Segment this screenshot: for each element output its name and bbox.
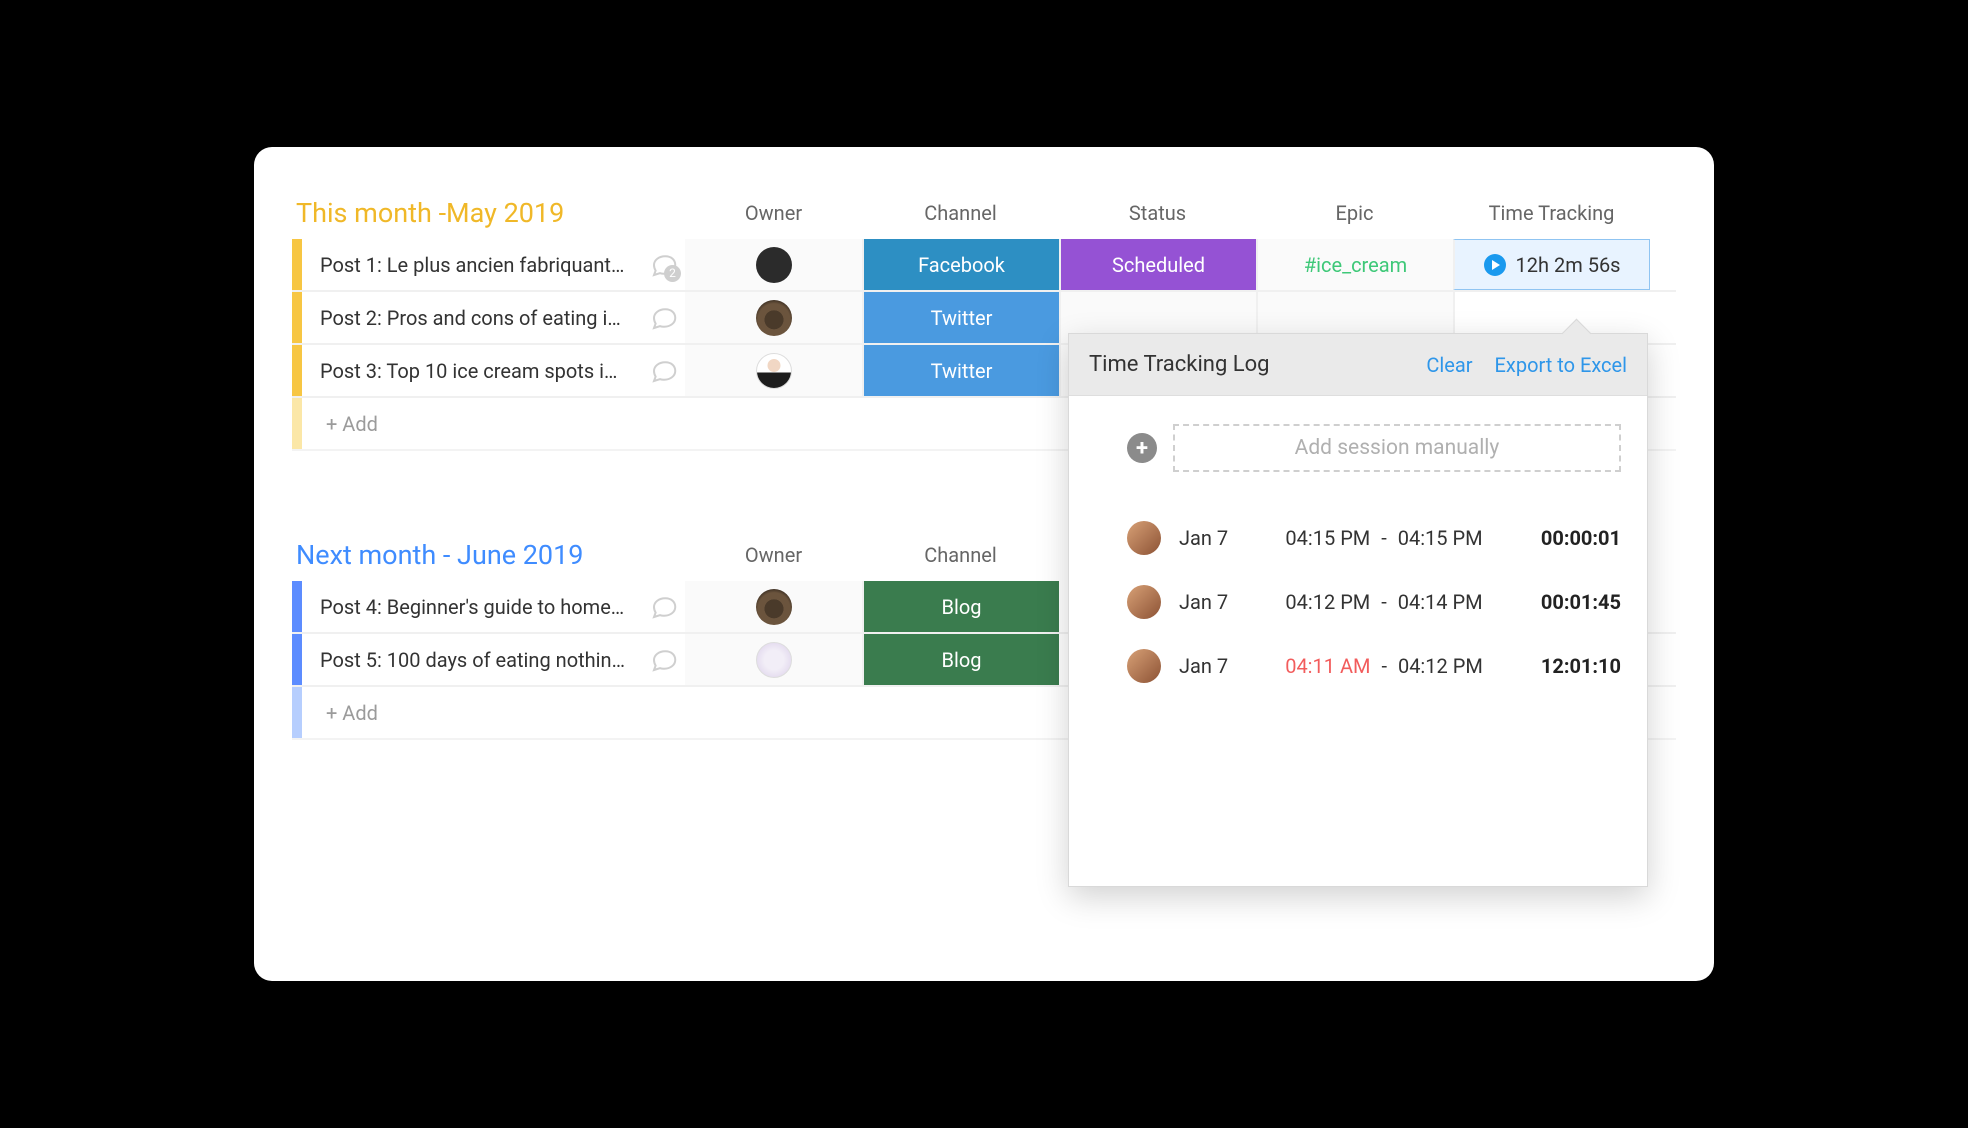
table-row[interactable]: Post 1: Le plus ancien fabriquant… 2 Fac…: [292, 239, 1676, 292]
session-start: 04:15 PM: [1285, 526, 1370, 550]
session-duration: 12:01:10: [1511, 654, 1621, 678]
task-title: Post 4: Beginner's guide to home…: [320, 595, 639, 619]
session-time-range: 04:11 AM - 04:12 PM: [1257, 654, 1511, 678]
add-session-manually-row[interactable]: + Add session manually: [1095, 424, 1621, 472]
row-color-bar: [292, 581, 302, 632]
session-end: 04:12 PM: [1398, 654, 1483, 678]
avatar: [756, 353, 792, 389]
avatar: [756, 642, 792, 678]
comment-icon[interactable]: [649, 356, 679, 386]
section-title-june[interactable]: Next month - June 2019: [292, 539, 685, 571]
channel-cell[interactable]: Facebook: [862, 239, 1059, 290]
channel-cell[interactable]: Twitter: [862, 292, 1059, 343]
export-to-excel-button[interactable]: Export to Excel: [1495, 353, 1627, 377]
channel-cell[interactable]: Blog: [862, 634, 1059, 685]
session-start: 04:11 AM: [1285, 654, 1370, 678]
column-header-status: Status: [1059, 201, 1256, 225]
session-time-range: 04:15 PM - 04:15 PM: [1257, 526, 1511, 550]
session-date: Jan 7: [1179, 590, 1257, 614]
session-date: Jan 7: [1179, 526, 1257, 550]
row-color-bar: [292, 398, 302, 449]
session-end: 04:14 PM: [1398, 590, 1483, 614]
add-session-manually-input[interactable]: Add session manually: [1173, 424, 1621, 472]
row-color-bar: [292, 239, 302, 290]
dash-icon: -: [1381, 526, 1387, 550]
section-header-may: This month -May 2019 Owner Channel Statu…: [292, 187, 1676, 239]
popover-body: + Add session manually Jan 7 04:15 PM - …: [1069, 396, 1647, 886]
add-label: + Add: [302, 701, 378, 725]
owner-cell[interactable]: [685, 581, 862, 632]
session-duration: 00:01:45: [1511, 590, 1621, 614]
task-title-cell[interactable]: Post 2: Pros and cons of eating i…: [302, 292, 685, 343]
column-header-epic: Epic: [1256, 201, 1453, 225]
comment-icon[interactable]: 2: [649, 250, 679, 280]
task-title-cell[interactable]: Post 4: Beginner's guide to home…: [302, 581, 685, 632]
comment-count: 2: [664, 265, 681, 282]
column-header-owner: Owner: [685, 543, 862, 567]
time-tracking-log-popover: Time Tracking Log Clear Export to Excel …: [1068, 333, 1648, 887]
status-cell[interactable]: Scheduled: [1059, 239, 1256, 290]
session-time-range: 04:12 PM - 04:14 PM: [1257, 590, 1511, 614]
row-color-bar: [292, 634, 302, 685]
channel-cell[interactable]: Twitter: [862, 345, 1059, 396]
session-start: 04:12 PM: [1285, 590, 1370, 614]
task-title: Post 2: Pros and cons of eating i…: [320, 306, 639, 330]
column-header-channel: Channel: [862, 543, 1059, 567]
time-tracking-cell[interactable]: 12h 2m 56s: [1453, 239, 1650, 290]
row-color-bar: [292, 687, 302, 738]
avatar: [756, 589, 792, 625]
owner-cell[interactable]: [685, 634, 862, 685]
avatar: [1127, 585, 1161, 619]
row-color-bar: [292, 345, 302, 396]
avatar: [756, 300, 792, 336]
session-row[interactable]: Jan 7 04:11 AM - 04:12 PM 12:01:10: [1095, 634, 1621, 698]
dash-icon: -: [1381, 590, 1387, 614]
task-title-cell[interactable]: Post 5: 100 days of eating nothin…: [302, 634, 685, 685]
popover-header: Time Tracking Log Clear Export to Excel: [1069, 334, 1647, 396]
row-color-bar: [292, 292, 302, 343]
dash-icon: -: [1381, 654, 1387, 678]
task-title: Post 5: 100 days of eating nothin…: [320, 648, 639, 672]
session-row[interactable]: Jan 7 04:12 PM - 04:14 PM 00:01:45: [1095, 570, 1621, 634]
avatar: [756, 247, 792, 283]
session-row[interactable]: Jan 7 04:15 PM - 04:15 PM 00:00:01: [1095, 506, 1621, 570]
comment-icon[interactable]: [649, 592, 679, 622]
task-title: Post 1: Le plus ancien fabriquant…: [320, 253, 639, 277]
session-duration: 00:00:01: [1511, 526, 1621, 550]
comment-icon[interactable]: [649, 303, 679, 333]
avatar: [1127, 649, 1161, 683]
task-title-cell[interactable]: Post 3: Top 10 ice cream spots i…: [302, 345, 685, 396]
board-card: This month -May 2019 Owner Channel Statu…: [254, 147, 1714, 981]
task-title: Post 3: Top 10 ice cream spots i…: [320, 359, 639, 383]
channel-cell[interactable]: Blog: [862, 581, 1059, 632]
owner-cell[interactable]: [685, 239, 862, 290]
time-tracking-value: 12h 2m 56s: [1516, 253, 1621, 277]
popover-title: Time Tracking Log: [1089, 352, 1404, 377]
owner-cell[interactable]: [685, 345, 862, 396]
owner-cell[interactable]: [685, 292, 862, 343]
section-title-may[interactable]: This month -May 2019: [292, 197, 685, 229]
comment-icon[interactable]: [649, 645, 679, 675]
plus-icon[interactable]: +: [1127, 433, 1157, 463]
avatar: [1127, 521, 1161, 555]
add-label: + Add: [302, 412, 378, 436]
play-icon[interactable]: [1484, 254, 1506, 276]
column-header-channel: Channel: [862, 201, 1059, 225]
column-header-time-tracking: Time Tracking: [1453, 201, 1650, 225]
column-header-owner: Owner: [685, 201, 862, 225]
epic-cell[interactable]: #ice_cream: [1256, 239, 1453, 290]
session-end: 04:15 PM: [1398, 526, 1483, 550]
session-date: Jan 7: [1179, 654, 1257, 678]
task-title-cell[interactable]: Post 1: Le plus ancien fabriquant… 2: [302, 239, 685, 290]
clear-button[interactable]: Clear: [1426, 353, 1472, 377]
